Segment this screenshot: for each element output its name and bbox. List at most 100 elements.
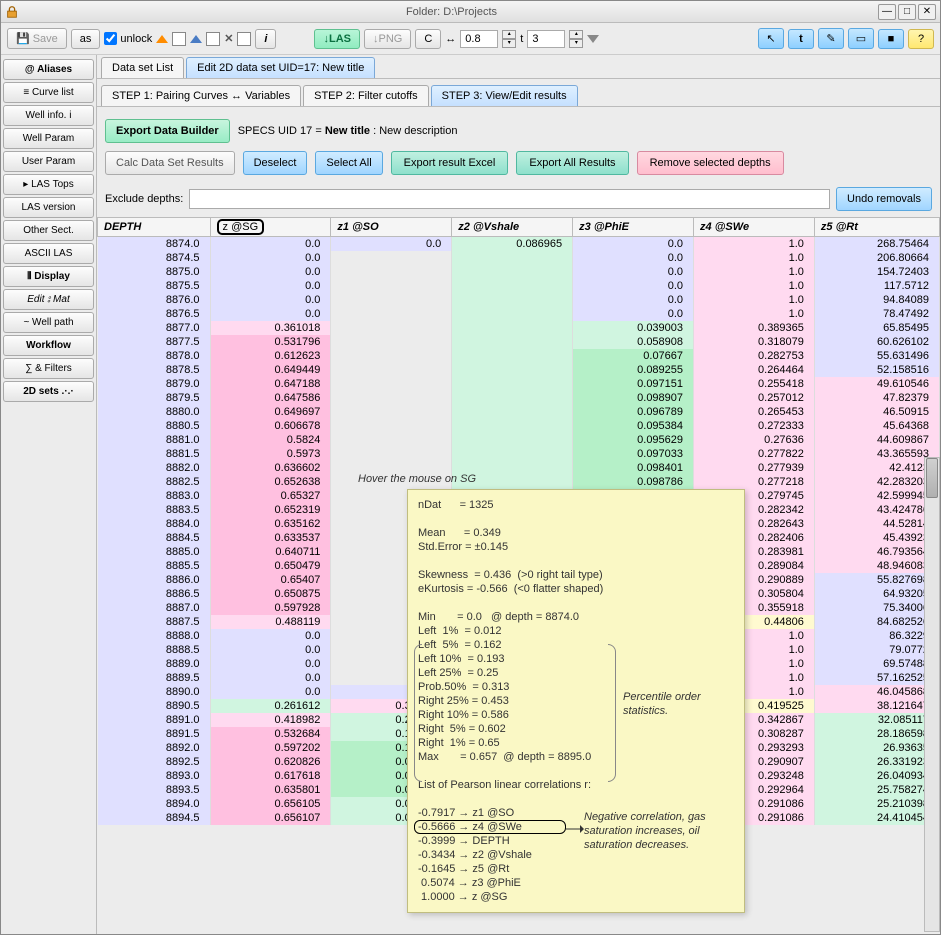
x-icon[interactable]: ✕ [224, 32, 233, 45]
sidebar-edit-mat[interactable]: Edit ⦂ Mat [3, 289, 94, 310]
col-header[interactable]: z4 @SWe [694, 218, 815, 237]
cell-depth: 8885.0 [98, 545, 211, 559]
deselect-button[interactable]: Deselect [243, 151, 308, 175]
exclude-input[interactable] [189, 189, 830, 209]
remove-depths-button[interactable]: Remove selected depths [637, 151, 784, 175]
sidebar-las-version[interactable]: LAS version [3, 197, 94, 218]
arrow-icon: ↔ [445, 33, 456, 45]
png-export-button[interactable]: ↓PNG [364, 29, 411, 49]
cell: 0.649449 [210, 363, 331, 377]
tool-square-button[interactable]: ■ [878, 29, 904, 49]
sidebar-well-path[interactable]: ~ Well path [3, 312, 94, 333]
cell: 0.07667 [573, 349, 694, 363]
table-row[interactable]: 8876.00.00.01.094.84089 [98, 293, 940, 307]
dropdown-icon[interactable] [587, 35, 599, 43]
sidebar-aliases[interactable]: @ Aliases [3, 59, 94, 80]
value1-input[interactable] [460, 30, 498, 48]
table-row[interactable]: 8874.50.00.01.0206.80664 [98, 251, 940, 265]
table-row[interactable]: 8881.50.59730.0970330.27782243.365593 [98, 447, 940, 461]
tab-edit-2d[interactable]: Edit 2D data set UID=17: New title [186, 57, 375, 78]
unlock-checkbox[interactable]: unlock [104, 32, 152, 45]
help-button[interactable]: ? [908, 29, 934, 49]
cell: 46.045868 [814, 685, 939, 699]
vertical-scrollbar[interactable] [924, 457, 940, 932]
minimize-button[interactable]: — [878, 4, 896, 20]
save-button[interactable]: 💾Save [7, 28, 67, 49]
export-all-button[interactable]: Export All Results [516, 151, 628, 175]
tab-step1[interactable]: STEP 1: Pairing Curves ↔ Variables [101, 85, 301, 106]
col-header[interactable]: z3 @PhiE [573, 218, 694, 237]
spin-down[interactable]: ▾ [502, 39, 516, 48]
tab-data-set-list[interactable]: Data set List [101, 57, 184, 78]
cell: 0.096789 [573, 405, 694, 419]
table-row[interactable]: 8882.00.6366020.0984010.27793942.4123 [98, 461, 940, 475]
table-row[interactable]: 8877.50.5317960.0589080.31807960.626102 [98, 335, 940, 349]
cell: 0.531796 [210, 335, 331, 349]
tooltip-line [418, 554, 734, 568]
export-excel-button[interactable]: Export result Excel [391, 151, 509, 175]
table-row[interactable]: 8875.00.00.01.0154.72403 [98, 265, 940, 279]
table-row[interactable]: 8878.00.6126230.076670.28275355.631496 [98, 349, 940, 363]
spin-down-2[interactable]: ▾ [569, 39, 583, 48]
info-button[interactable]: i [255, 29, 276, 49]
sidebar-curve-list[interactable]: ≡ Curve list [3, 82, 94, 103]
sidebar-well-info[interactable]: Well info. i [3, 105, 94, 126]
orange-triangle-icon[interactable] [156, 35, 168, 43]
c-button[interactable]: C [415, 29, 441, 49]
sidebar-well-param[interactable]: Well Param [3, 128, 94, 149]
las-export-button[interactable]: ↓LAS [314, 29, 360, 49]
col-header[interactable]: z5 @Rt [814, 218, 939, 237]
select-all-button[interactable]: Select All [315, 151, 382, 175]
table-row[interactable]: 8877.00.3610180.0390030.38936565.85495 [98, 321, 940, 335]
maximize-button[interactable]: □ [898, 4, 916, 20]
table-row[interactable]: 8880.00.6496970.0967890.26545346.50915 [98, 405, 940, 419]
table-row[interactable]: 8874.00.00.00.0869650.01.0268.75464 [98, 237, 940, 252]
sidebar-workflow[interactable]: Workflow [3, 335, 94, 356]
exclude-label: Exclude depths: [105, 193, 183, 205]
value2-input[interactable] [527, 30, 565, 48]
table-row[interactable]: 8878.50.6494490.0892550.26446452.158516 [98, 363, 940, 377]
sidebar-ascii-las[interactable]: ASCII LAS [3, 243, 94, 264]
tooltip-line: 1.0000 → z @SG [418, 890, 734, 904]
box-icon-3[interactable] [237, 32, 251, 46]
tool-pencil-button[interactable]: ✎ [818, 28, 844, 49]
cell: 24.410454 [814, 811, 939, 825]
tool-arrow-button[interactable]: ↖ [758, 28, 784, 49]
box-icon-2[interactable] [206, 32, 220, 46]
tool-rect-button[interactable]: ▭ [848, 28, 874, 49]
spin-up[interactable]: ▴ [502, 30, 516, 39]
table-row[interactable]: 8876.50.00.01.078.47492 [98, 307, 940, 321]
undo-removals-button[interactable]: Undo removals [836, 187, 932, 211]
col-header[interactable]: DEPTH [98, 218, 211, 237]
cell [452, 335, 573, 349]
sidebar-las-tops[interactable]: ▸ LAS Tops [3, 174, 94, 195]
scrollbar-thumb[interactable] [926, 458, 938, 498]
sidebar-filters[interactable]: ∑ & Filters [3, 358, 94, 379]
sidebar-other-sect[interactable]: Other Sect. [3, 220, 94, 241]
export-data-builder-button[interactable]: Export Data Builder [105, 119, 230, 143]
col-header[interactable]: z2 @Vshale [452, 218, 573, 237]
col-header[interactable]: z @SG [210, 218, 331, 237]
cell: 79.0772 [814, 643, 939, 657]
table-row[interactable]: 8880.50.6066780.0953840.27233345.64368 [98, 419, 940, 433]
calc-button[interactable]: Calc Data Set Results [105, 151, 235, 175]
tab-step3[interactable]: STEP 3: View/Edit results [431, 85, 578, 106]
close-button[interactable]: ✕ [918, 4, 936, 20]
sidebar-user-param[interactable]: User Param [3, 151, 94, 172]
blue-triangle-icon[interactable] [190, 35, 202, 43]
tooltip-line: Max = 0.657 @ depth = 8895.0 [418, 750, 734, 764]
table-row[interactable]: 8879.00.6471880.0971510.25541849.610546 [98, 377, 940, 391]
save-as-button[interactable]: as [71, 29, 101, 49]
tool-text-button[interactable]: t [788, 29, 814, 49]
col-header[interactable]: z1 @SO [331, 218, 452, 237]
table-row[interactable]: 8881.00.58240.0956290.2763644.609867 [98, 433, 940, 447]
tab-step2[interactable]: STEP 2: Filter cutoffs [303, 85, 429, 106]
table-row[interactable]: 8882.50.6526380.0987860.27721842.283203 [98, 475, 940, 489]
spin-up-2[interactable]: ▴ [569, 30, 583, 39]
box-icon-1[interactable] [172, 32, 186, 46]
table-row[interactable]: 8875.50.00.01.0117.5712 [98, 279, 940, 293]
sidebar-2d-sets[interactable]: 2D sets .·.· [3, 381, 94, 402]
cell: 42.599945 [814, 489, 939, 503]
sidebar-display[interactable]: ⦀ Display [3, 266, 94, 287]
table-row[interactable]: 8879.50.6475860.0989070.25701247.82379 [98, 391, 940, 405]
